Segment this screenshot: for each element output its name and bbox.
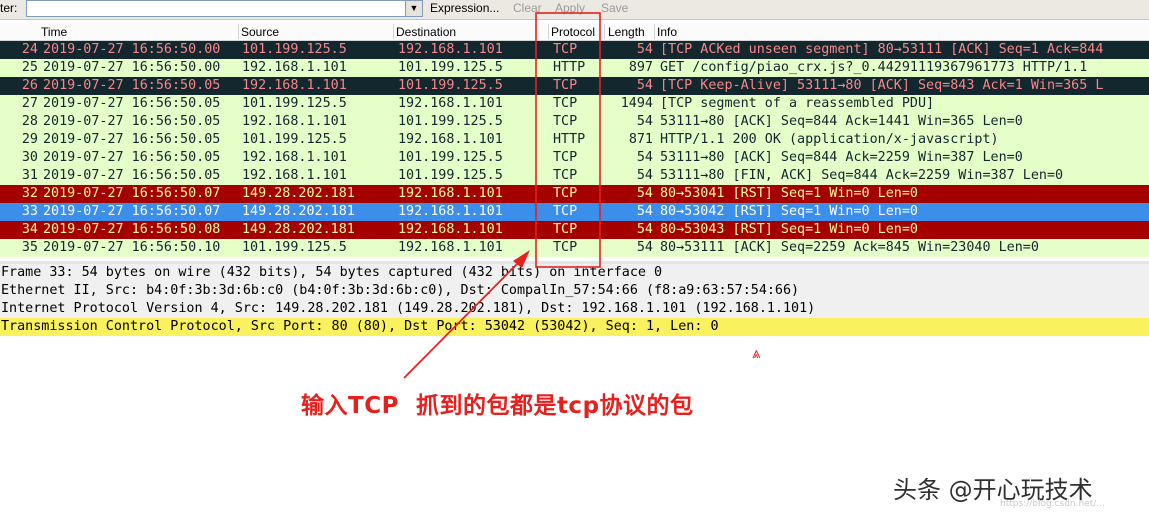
annotation-arrow-line bbox=[403, 256, 525, 379]
protocol-highlight-box bbox=[535, 12, 601, 268]
annotation-text: 输入TCP 抓到的包都是tcp协议的包 bbox=[301, 393, 694, 419]
faint-watermark-url: https://blog.csdn.net/... bbox=[1000, 499, 1105, 509]
cursor-icon: ⩓ bbox=[752, 345, 761, 362]
annotation-overlay bbox=[403, 12, 601, 379]
